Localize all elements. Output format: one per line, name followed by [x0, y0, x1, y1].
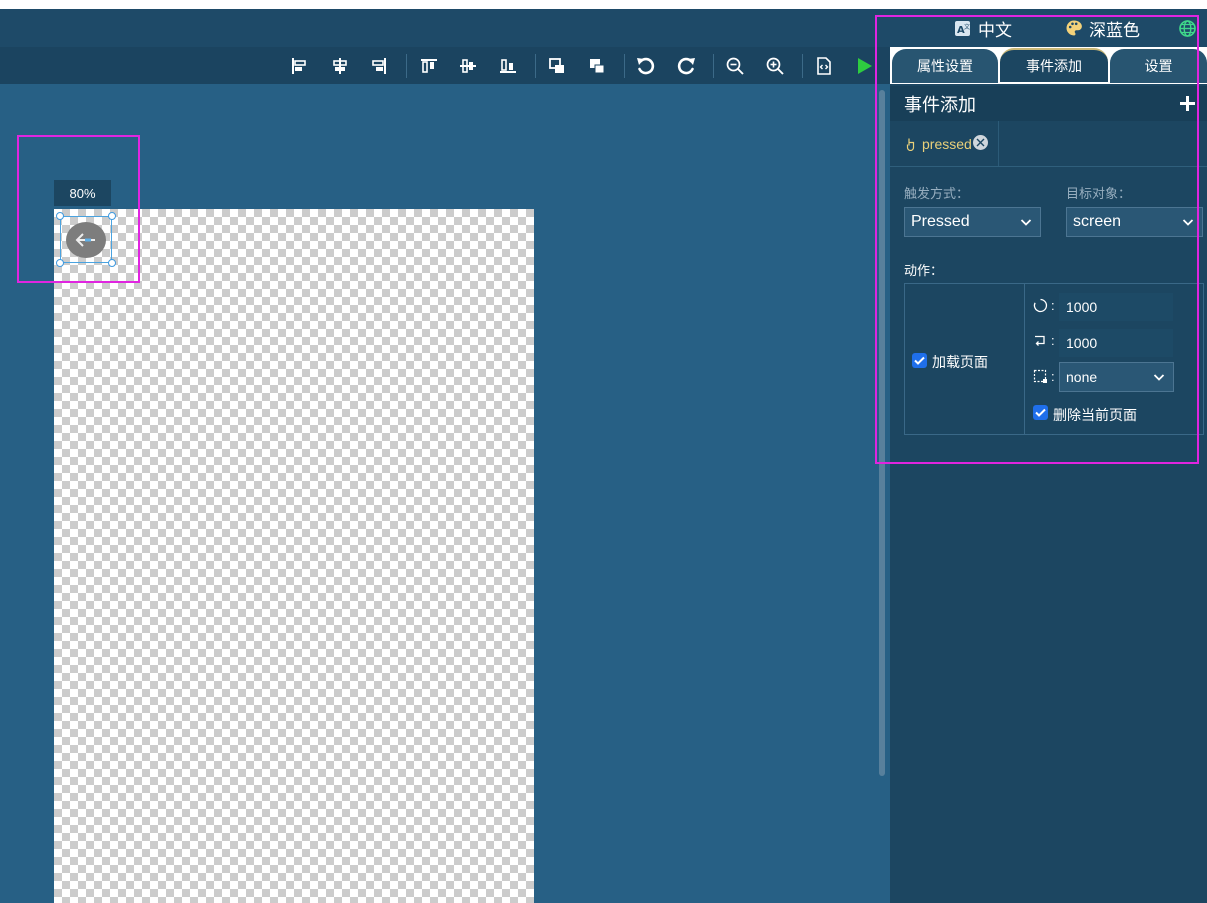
design-canvas[interactable]: 80% — [0, 84, 890, 903]
undo-icon — [637, 57, 655, 75]
svg-text:文: 文 — [964, 23, 970, 31]
resize-handle-bottom-right[interactable] — [108, 259, 116, 267]
bring-forward-icon — [549, 58, 564, 73]
trigger-value: Pressed — [911, 213, 970, 230]
animation-select[interactable]: none — [1059, 362, 1174, 392]
toolbar-separator — [624, 54, 625, 78]
translate-icon: A文 — [955, 20, 970, 36]
align-bottom-icon — [500, 59, 516, 73]
action-label: 动作： — [904, 263, 944, 278]
checkmark-icon — [914, 356, 925, 365]
resize-handle-top-left[interactable] — [56, 212, 64, 220]
zoom-out-button[interactable] — [722, 53, 748, 79]
align-right-button[interactable] — [366, 53, 392, 79]
align-bottom-button[interactable] — [495, 53, 521, 79]
toolbar-separator — [535, 54, 536, 78]
play-icon — [858, 58, 872, 74]
top-bar — [0, 9, 1207, 47]
globe-icon — [1179, 19, 1196, 37]
zoom-out-icon — [726, 57, 744, 75]
canvas-scrollbar[interactable] — [879, 90, 885, 776]
trigger-label: 触发方式： — [904, 186, 970, 201]
divider — [890, 166, 1207, 167]
chevron-down-icon — [1020, 219, 1032, 226]
align-center-h-button[interactable] — [327, 53, 353, 79]
delete-page-checkbox[interactable] — [1033, 405, 1048, 420]
toolbar-separator — [713, 54, 714, 78]
delay-input[interactable]: 1000 — [1059, 329, 1173, 357]
code-file-button[interactable] — [811, 53, 837, 79]
language-switch[interactable]: A文 中文 — [954, 16, 1012, 40]
load-page-label: 加载页面 — [932, 354, 988, 370]
rotate-icon — [1033, 298, 1048, 313]
zoom-in-icon — [766, 57, 784, 75]
chevron-down-icon — [1182, 219, 1194, 226]
toolbar-separator — [802, 54, 803, 78]
plus-icon[interactable] — [1180, 96, 1195, 111]
delay-row: : — [1033, 333, 1055, 348]
toolbar-separator — [406, 54, 407, 78]
code-file-icon — [817, 57, 831, 75]
language-label: 中文 — [978, 20, 1012, 40]
undo-button[interactable] — [633, 53, 659, 79]
close-icon — [976, 138, 985, 146]
zoom-in-button[interactable] — [762, 53, 788, 79]
tab-properties[interactable]: 属性设置 — [892, 49, 998, 83]
tab-label: 属性设置 — [917, 58, 973, 74]
send-backward-button[interactable] — [584, 53, 610, 79]
checkmark-icon — [1035, 408, 1046, 417]
align-top-icon — [421, 59, 437, 73]
tab-label: 事件添加 — [1026, 58, 1082, 74]
delay-icon — [1035, 335, 1045, 346]
toolbar — [0, 47, 890, 84]
chevron-down-icon — [1153, 374, 1165, 381]
globe-button[interactable] — [1178, 16, 1197, 40]
target-value: screen — [1073, 213, 1122, 230]
target-label: 目标对象： — [1066, 186, 1132, 201]
load-page-checkbox[interactable] — [912, 353, 927, 368]
theme-label: 深蓝色 — [1089, 20, 1140, 40]
send-backward-icon — [590, 59, 605, 74]
section-title: 事件添加 — [904, 94, 976, 115]
align-top-button[interactable] — [416, 53, 442, 79]
time-row: : — [1033, 298, 1055, 313]
resize-handle-top-right[interactable] — [108, 212, 116, 220]
artboard[interactable] — [54, 209, 534, 903]
action-column-divider — [1024, 283, 1025, 435]
bring-forward-button[interactable] — [544, 53, 570, 79]
align-center-vertical-icon — [460, 59, 476, 73]
event-tab-pressed[interactable]: pressed — [890, 121, 999, 166]
animation-value: none — [1066, 369, 1098, 385]
time-input[interactable]: 1000 — [1059, 293, 1173, 321]
trigger-select[interactable]: Pressed — [904, 207, 1041, 237]
redo-icon — [677, 57, 695, 75]
animation-row: : — [1033, 369, 1055, 384]
hand-pointer-icon — [906, 138, 915, 151]
tab-events[interactable]: 事件添加 — [1000, 48, 1108, 82]
tab-settings[interactable]: 设置 — [1110, 49, 1207, 83]
align-middle-button[interactable] — [455, 53, 481, 79]
theme-switch[interactable]: 深蓝色 — [1065, 16, 1140, 40]
align-center-horizontal-icon — [333, 58, 347, 74]
selection-box — [60, 216, 112, 263]
zoom-level: 80% — [54, 180, 111, 206]
close-tab-button[interactable] — [972, 134, 988, 150]
redo-button[interactable] — [673, 53, 699, 79]
section-header: 事件添加 — [890, 86, 1207, 121]
align-left-icon — [292, 58, 306, 74]
delay-value: 1000 — [1066, 335, 1098, 351]
align-left-button[interactable] — [286, 53, 312, 79]
delete-page-label: 删除当前页面 — [1053, 407, 1137, 423]
palette-icon — [1066, 20, 1082, 36]
resize-handle-bottom-left[interactable] — [56, 259, 64, 267]
time-value: 1000 — [1066, 299, 1098, 315]
target-select[interactable]: screen — [1066, 207, 1203, 237]
tab-label: 设置 — [1144, 58, 1173, 74]
event-tab-label: pressed — [922, 135, 972, 152]
play-button[interactable] — [851, 53, 877, 79]
dotted-rect-icon — [1033, 369, 1047, 383]
align-right-icon — [372, 58, 386, 74]
